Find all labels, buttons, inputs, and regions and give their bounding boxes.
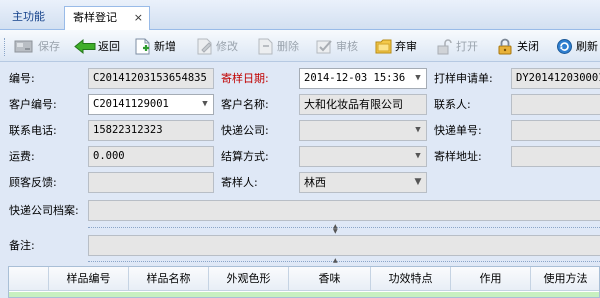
column-header[interactable]: 作用: [451, 267, 531, 291]
chevron-down-icon[interactable]: ▼: [412, 69, 424, 88]
sender-label: 寄样人:: [221, 176, 258, 189]
settle-field[interactable]: ▼: [299, 146, 427, 167]
archive-label: 快递公司档案:: [9, 204, 79, 217]
new-button[interactable]: 新增: [134, 35, 176, 57]
delete-label: 删除: [277, 40, 299, 53]
express-no-field[interactable]: [511, 120, 600, 141]
close-label: 关闭: [517, 40, 539, 53]
customer-code-label: 客户编号:: [9, 98, 57, 111]
delete-icon: [257, 38, 274, 55]
checkmark-icon: [316, 38, 333, 55]
column-header[interactable]: 样品编号: [49, 267, 129, 291]
save-button[interactable]: 保存: [14, 35, 60, 57]
address-field[interactable]: [511, 146, 600, 167]
address-label: 寄样地址:: [434, 150, 482, 163]
tab-sample-registration[interactable]: 寄样登记 ×: [64, 6, 150, 30]
phone-field[interactable]: 15822312323: [88, 120, 214, 141]
new-label: 新增: [154, 40, 176, 53]
settle-label: 结算方式:: [221, 150, 269, 163]
sample-form: 编号: C20141203153654835 寄样日期: 2014-12-03 …: [0, 63, 600, 264]
code-field[interactable]: C20141203153654835: [88, 68, 214, 89]
archive-splitter[interactable]: [88, 227, 600, 230]
freight-label: 运费:: [9, 150, 35, 163]
express-label: 快递公司:: [221, 124, 269, 137]
close-button[interactable]: 关闭: [497, 35, 539, 57]
customer-name-field[interactable]: 大和化妆品有限公司: [299, 94, 427, 115]
remark-label: 备注:: [9, 239, 35, 252]
refresh-button[interactable]: 刷新: [556, 35, 598, 57]
abandon-review-label: 弃审: [395, 40, 417, 53]
tab-label: 寄样登记: [73, 11, 117, 24]
column-header[interactable]: 功效特点: [371, 267, 451, 291]
express-field[interactable]: ▼: [299, 120, 427, 141]
date-field[interactable]: 2014-12-03 15:36 ▼: [299, 68, 427, 89]
phone-label: 联系电话:: [9, 124, 57, 137]
column-header[interactable]: 样品名称: [129, 267, 209, 291]
date-value: 2014-12-03 15:36: [304, 72, 406, 84]
lock-icon: [497, 38, 514, 55]
row-number-header: [9, 267, 49, 291]
sender-value: 林西: [304, 176, 326, 189]
open-label: 打开: [456, 40, 478, 53]
splitter-up-icon[interactable]: ▲: [333, 258, 339, 264]
review-button[interactable]: 审核: [316, 35, 358, 57]
apply-label: 打样申请单:: [434, 72, 493, 85]
unlock-icon: [436, 38, 453, 55]
sender-field[interactable]: 林西 ▼: [299, 172, 427, 193]
remark-field[interactable]: [88, 235, 600, 256]
archive-field[interactable]: [88, 200, 600, 221]
customer-code-field[interactable]: C20141129001 ▼: [88, 94, 214, 115]
freight-field[interactable]: 0.000: [88, 146, 214, 167]
refresh-label: 刷新: [576, 40, 598, 53]
tab-main-function[interactable]: 主功能: [4, 6, 62, 30]
table-row[interactable]: [9, 292, 599, 297]
close-tab-icon[interactable]: ×: [134, 7, 143, 29]
refresh-icon: [556, 38, 573, 55]
tab-label: 主功能: [12, 10, 45, 23]
tab-bar: 主功能 寄样登记 ×: [0, 0, 600, 30]
feedback-label: 顾客反馈:: [9, 176, 57, 189]
feedback-field[interactable]: [88, 172, 214, 193]
toolbar-grip: [4, 38, 6, 56]
date-label: 寄样日期:: [221, 72, 269, 85]
toolbar: 保存 返回 新增 修改 删除 审核 弃审 打开 关闭 刷新: [0, 30, 600, 62]
column-header[interactable]: 外观色形: [209, 267, 289, 291]
abandon-review-button[interactable]: 弃审: [375, 35, 417, 57]
customer-code-value: C20141129001: [93, 98, 169, 110]
save-label: 保存: [38, 40, 60, 53]
review-label: 审核: [336, 40, 358, 53]
save-icon: [14, 38, 33, 55]
chevron-down-icon[interactable]: ▼: [412, 147, 424, 166]
new-document-icon: [134, 38, 151, 55]
delete-button[interactable]: 删除: [257, 35, 299, 57]
back-button[interactable]: 返回: [74, 35, 120, 57]
column-header[interactable]: 使用方法: [531, 267, 599, 291]
arrow-left-icon: [74, 38, 96, 55]
edit-label: 修改: [216, 40, 238, 53]
customer-name-label: 客户名称:: [221, 98, 269, 111]
back-label: 返回: [98, 40, 120, 53]
edit-button[interactable]: 修改: [196, 35, 238, 57]
sample-detail-grid: 样品编号 样品名称 外观色形 香味 功效特点 作用 使用方法: [8, 266, 600, 298]
express-no-label: 快递单号:: [434, 124, 482, 137]
remark-splitter[interactable]: [88, 261, 600, 264]
apply-field[interactable]: DY201412030001: [511, 68, 600, 89]
code-label: 编号:: [9, 72, 35, 85]
open-button[interactable]: 打开: [436, 35, 478, 57]
chevron-down-icon[interactable]: ▼: [412, 173, 424, 192]
column-header[interactable]: 香味: [289, 267, 371, 291]
folder-icon: [375, 38, 392, 55]
contact-field[interactable]: [511, 94, 600, 115]
chevron-down-icon[interactable]: ▼: [199, 95, 211, 114]
edit-icon: [196, 38, 213, 55]
chevron-down-icon[interactable]: ▼: [412, 121, 424, 140]
contact-label: 联系人:: [434, 98, 471, 111]
